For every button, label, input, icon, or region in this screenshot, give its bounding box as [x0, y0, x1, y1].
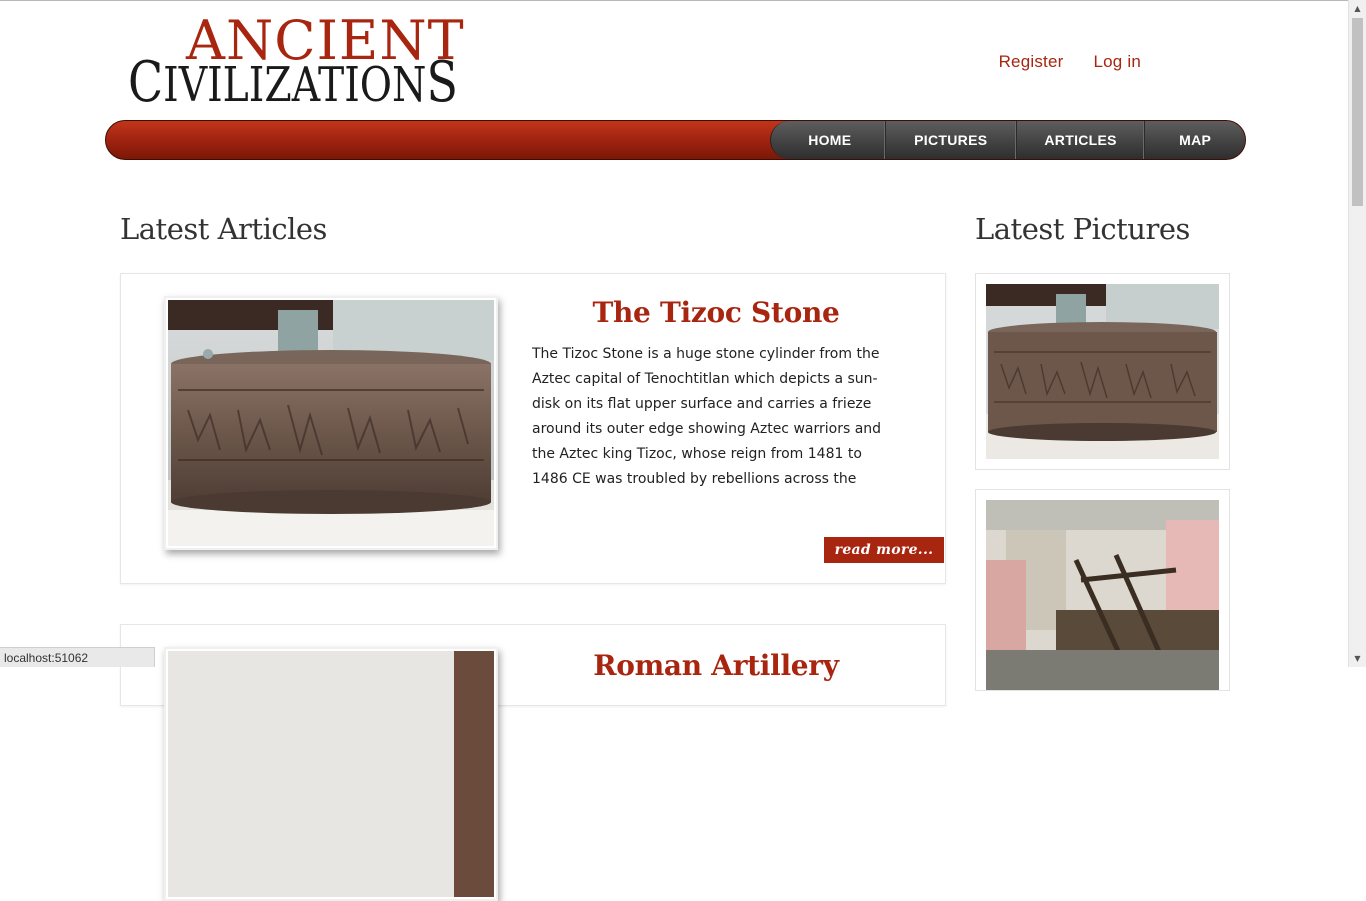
main-navbar: HOME PICTURES ARTICLES MAP — [105, 120, 1246, 160]
tizoc-stone-picture — [986, 284, 1219, 459]
nav-item-map[interactable]: MAP — [1145, 121, 1245, 159]
browser-status-bar: localhost:51062 — [0, 647, 155, 667]
scroll-up-arrow-icon[interactable]: ▲ — [1349, 0, 1366, 17]
read-more-button[interactable]: read more... — [824, 537, 944, 563]
site-logo[interactable]: ANCIENT CIVILIZATIONS — [128, 14, 548, 113]
logo-word-middle: IVILIZATION — [163, 57, 427, 113]
article-thumbnail[interactable] — [164, 647, 498, 901]
latest-articles-heading: Latest Articles — [120, 212, 327, 246]
logo-final-s: S — [426, 50, 458, 115]
article-title[interactable]: Roman Artillery — [531, 649, 901, 682]
window-top-border — [0, 0, 1366, 1]
user-links: Register Log in — [999, 52, 1141, 72]
article-card: The Tizoc Stone The Tizoc Stone is a hug… — [120, 273, 946, 584]
nav-item-pictures[interactable]: PICTURES — [886, 121, 1017, 159]
tizoc-stone-image — [168, 300, 494, 546]
image-edge-strip — [454, 651, 494, 897]
article-card: Roman Artillery — [120, 624, 946, 901]
page-scrollbar[interactable]: ▲ ▼ — [1348, 0, 1366, 667]
logo-initial-c: C — [128, 50, 164, 115]
scroll-down-arrow-icon[interactable]: ▼ — [1349, 650, 1366, 667]
picture-card[interactable] — [975, 273, 1230, 470]
register-link[interactable]: Register — [999, 52, 1064, 72]
article-excerpt: The Tizoc Stone is a huge stone cylinder… — [532, 346, 882, 487]
article-title[interactable]: The Tizoc Stone — [531, 296, 901, 329]
nav-menu: HOME PICTURES ARTICLES MAP — [770, 121, 1245, 159]
article-thumbnail[interactable] — [164, 296, 498, 550]
logo-line-civilizations: CIVILIZATIONS — [128, 55, 458, 113]
latest-pictures-heading: Latest Pictures — [975, 212, 1190, 246]
roman-artillery-image — [168, 651, 494, 897]
scrollbar-thumb[interactable] — [1352, 18, 1363, 206]
nav-item-home[interactable]: HOME — [771, 121, 886, 159]
login-link[interactable]: Log in — [1093, 52, 1141, 72]
picture-card[interactable] — [975, 489, 1230, 691]
nav-item-articles[interactable]: ARTICLES — [1017, 121, 1146, 159]
roman-artillery-picture — [986, 500, 1219, 690]
